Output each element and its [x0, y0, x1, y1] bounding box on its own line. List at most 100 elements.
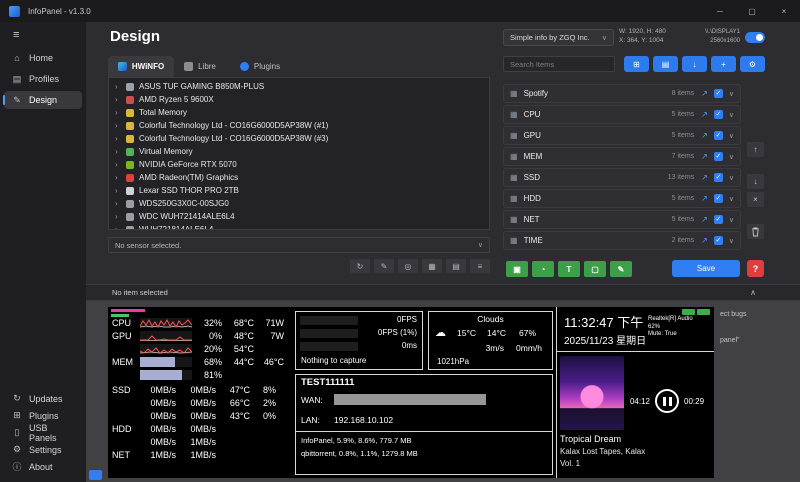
expander-icon[interactable]: › — [115, 147, 121, 156]
sidebar-item-design[interactable]: ✎ Design — [4, 91, 82, 109]
profile-select[interactable]: Simple info by ZGQ Inc. ∨ — [503, 29, 614, 46]
item-group-row[interactable]: ▦ Spotify 8 items ↗ ✓ ∨ — [503, 84, 741, 103]
open-group-icon[interactable]: ↗ — [701, 152, 708, 161]
sidebar-item-profiles[interactable]: ▤ Profiles — [4, 70, 82, 88]
open-group-icon[interactable]: ↗ — [701, 110, 708, 119]
item-group-row[interactable]: ▦ MEM 7 items ↗ ✓ ∨ — [503, 147, 741, 166]
item-group-row[interactable]: ▦ TIME 2 items ↗ ✓ ∨ — [503, 231, 741, 250]
remove-icon[interactable]: × — [747, 192, 764, 207]
tab-hwinfo[interactable]: HWiNFO — [108, 56, 174, 77]
sidebar-item-home[interactable]: ⌂ Home — [4, 49, 82, 67]
open-group-icon[interactable]: ↗ — [701, 236, 708, 245]
maximize-icon[interactable]: ▢ — [736, 0, 768, 22]
item-group-row[interactable]: ▦ NET 5 items ↗ ✓ ∨ — [503, 210, 741, 229]
expander-icon[interactable]: › — [115, 82, 121, 91]
sensor-tree-item[interactable]: › AMD Radeon(TM) Graphics — [109, 171, 489, 184]
group-checkbox[interactable]: ✓ — [714, 215, 723, 224]
panel-preview[interactable]: 0FPS 0FPS (1%) 0ms Nothing to capture Cl… — [108, 307, 714, 478]
tab-libre[interactable]: Libre — [174, 56, 226, 77]
chevron-down-icon[interactable]: ∨ — [729, 132, 734, 140]
sidebar-item-settings[interactable]: ⚙ Settings — [4, 442, 82, 457]
expander-icon[interactable]: › — [115, 134, 121, 143]
display-toggle[interactable] — [745, 32, 765, 43]
group-checkbox[interactable]: ✓ — [714, 236, 723, 245]
collapse-icon[interactable]: ∧ — [750, 288, 756, 297]
open-group-icon[interactable]: ↗ — [701, 89, 708, 98]
open-group-icon[interactable]: ↗ — [701, 194, 708, 203]
add-panel-icon[interactable]: ⊞ — [624, 56, 649, 72]
edit-icon[interactable]: ✎ — [374, 259, 394, 273]
sidebar-item-about[interactable]: ⓘ About — [4, 459, 82, 474]
chevron-down-icon[interactable]: ∨ — [729, 216, 734, 224]
chevron-down-icon[interactable]: ∨ — [729, 195, 734, 203]
tab-plugins[interactable]: Plugins — [228, 56, 292, 77]
chevron-down-icon[interactable]: ∨ — [729, 111, 734, 119]
sensor-selector[interactable]: No sensor selected. ∨ — [108, 237, 490, 253]
layers-icon[interactable]: ▤ — [653, 56, 678, 72]
sensor-tree-item[interactable]: › AMD Ryzen 5 9600X — [109, 93, 489, 106]
item-group-row[interactable]: ▦ CPU 5 items ↗ ✓ ∨ — [503, 105, 741, 124]
item-group-row[interactable]: ▦ HDD 5 items ↗ ✓ ∨ — [503, 189, 741, 208]
expander-icon[interactable]: › — [115, 225, 121, 230]
taskbar-icon[interactable] — [89, 470, 102, 480]
sensor-tree-item[interactable]: › Total Memory — [109, 106, 489, 119]
expander-icon[interactable]: › — [115, 108, 121, 117]
move-down-icon[interactable]: ↓ — [747, 174, 764, 189]
expander-icon[interactable]: › — [115, 173, 121, 182]
sensor-tree-item[interactable]: › WUH721814ALE6L4 — [109, 223, 489, 230]
move-up-icon[interactable]: ↑ — [747, 142, 764, 157]
add-text-icon[interactable]: T — [558, 261, 580, 277]
sensor-tree-item[interactable]: › WDS250G3X0C-00SJG0 — [109, 197, 489, 210]
expander-icon[interactable]: › — [115, 212, 121, 221]
open-group-icon[interactable]: ↗ — [701, 173, 708, 182]
settings-icon[interactable]: ⚙ — [740, 56, 765, 72]
add-gauge-icon[interactable]: ◔ — [532, 261, 554, 277]
expander-icon[interactable]: › — [115, 121, 121, 130]
chevron-down-icon[interactable]: ∨ — [729, 90, 734, 98]
trash-icon[interactable] — [747, 224, 764, 239]
group-checkbox[interactable]: ✓ — [714, 89, 723, 98]
sensor-tree-item[interactable]: › ASUS TUF GAMING B850M-PLUS — [109, 80, 489, 93]
sensor-tree-item[interactable]: › Lexar SSD THOR PRO 2TB — [109, 184, 489, 197]
sensor-tree-item[interactable]: › Colorful Technology Ltd - CO16G6000D5A… — [109, 132, 489, 145]
save-button[interactable]: Save — [672, 260, 740, 277]
add-image-icon[interactable]: ▣ — [506, 261, 528, 277]
group-checkbox[interactable]: ✓ — [714, 173, 723, 182]
group-checkbox[interactable]: ✓ — [714, 194, 723, 203]
sidebar-item-plugins[interactable]: ⊞ Plugins — [4, 408, 82, 423]
minimize-icon[interactable]: ─ — [704, 0, 736, 22]
close-icon[interactable]: × — [768, 0, 800, 22]
refresh-icon[interactable]: ↻ — [350, 259, 370, 273]
sensor-tree-item[interactable]: › NVIDIA GeForce RTX 5070 — [109, 158, 489, 171]
menu-icon[interactable]: ≡ — [470, 259, 490, 273]
expander-icon[interactable]: › — [115, 95, 121, 104]
item-group-row[interactable]: ▦ GPU 5 items ↗ ✓ ∨ — [503, 126, 741, 145]
eye-icon[interactable]: ◎ — [398, 259, 418, 273]
expander-icon[interactable]: › — [115, 160, 121, 169]
chevron-down-icon[interactable]: ∨ — [729, 237, 734, 245]
open-group-icon[interactable]: ↗ — [701, 131, 708, 140]
sidebar-item-updates[interactable]: ↻ Updates — [4, 391, 82, 406]
group-checkbox[interactable]: ✓ — [714, 110, 723, 119]
help-button[interactable]: ? — [747, 260, 764, 277]
add-sensor-icon[interactable]: ✎ — [610, 261, 632, 277]
hamburger-icon[interactable]: ≡ — [4, 28, 82, 42]
sensor-tree-item[interactable]: › Colorful Technology Ltd - CO16G6000D5A… — [109, 119, 489, 132]
add-shape-icon[interactable]: ▢ — [584, 261, 606, 277]
sidebar-item-usb-panels[interactable]: ▯ USB Panels — [4, 425, 82, 440]
expander-icon[interactable]: › — [115, 199, 121, 208]
group-checkbox[interactable]: ✓ — [714, 152, 723, 161]
group-checkbox[interactable]: ✓ — [714, 131, 723, 140]
sensor-tree-item[interactable]: › WDC WUH721414ALE6L4 — [109, 210, 489, 223]
open-group-icon[interactable]: ↗ — [701, 215, 708, 224]
chevron-down-icon[interactable]: ∨ — [729, 174, 734, 182]
import-icon[interactable]: ↓ — [682, 56, 707, 72]
add-icon[interactable]: + — [711, 56, 736, 72]
chevron-down-icon[interactable]: ∨ — [729, 153, 734, 161]
item-group-row[interactable]: ▦ SSD 13 items ↗ ✓ ∨ — [503, 168, 741, 187]
sensor-tree-item[interactable]: › Virtual Memory — [109, 145, 489, 158]
list-icon[interactable]: ▤ — [446, 259, 466, 273]
search-input[interactable] — [503, 56, 615, 72]
expander-icon[interactable]: › — [115, 186, 121, 195]
grid-icon[interactable]: ▦ — [422, 259, 442, 273]
